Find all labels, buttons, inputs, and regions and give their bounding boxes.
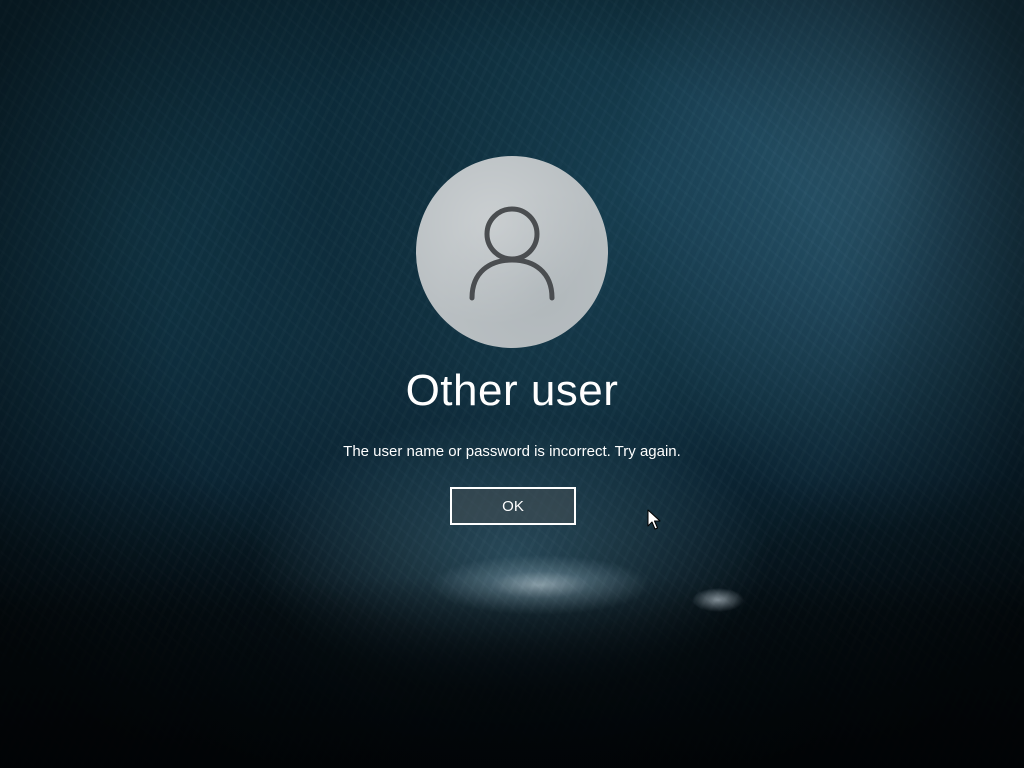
lock-screen: Other user The user name or password is … [0,0,1024,768]
user-avatar [416,156,608,348]
user-silhouette-icon [469,206,555,301]
user-name-heading: Other user [405,366,619,415]
error-message: The user name or password is incorrect. … [343,443,681,460]
ok-button[interactable]: OK [450,487,576,525]
